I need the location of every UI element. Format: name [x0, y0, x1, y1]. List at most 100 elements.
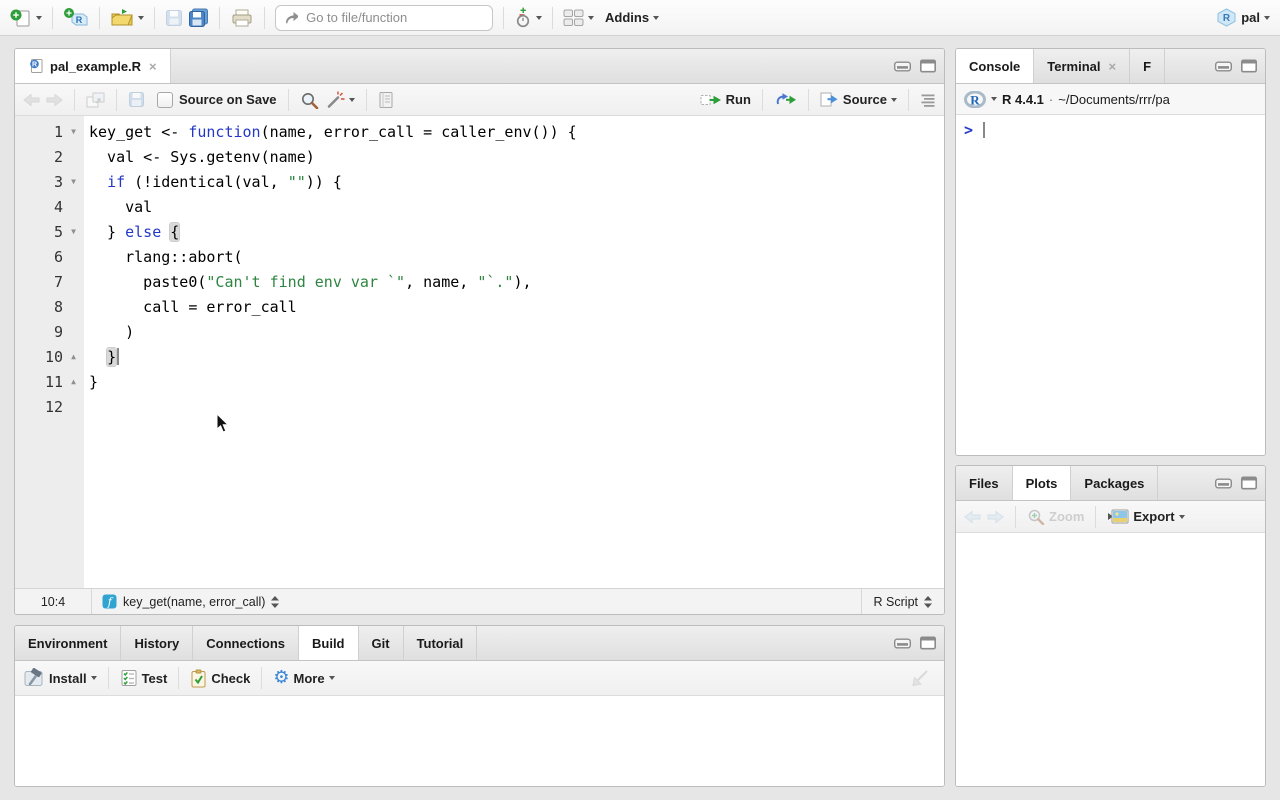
- console-output[interactable]: >: [956, 115, 1265, 455]
- scope-selector[interactable]: f key_get(name, error_call): [92, 594, 289, 609]
- project-menu-button[interactable]: R pal: [1216, 8, 1270, 27]
- tab-connections[interactable]: Connections: [193, 626, 299, 660]
- tab-f[interactable]: F: [1130, 49, 1165, 83]
- maximize-icon[interactable]: [1241, 60, 1257, 73]
- document-outline-icon[interactable]: [920, 93, 936, 107]
- more-button[interactable]: ⚙ More: [273, 669, 334, 687]
- check-button[interactable]: Check: [190, 669, 250, 688]
- save-button[interactable]: [165, 9, 183, 27]
- doc-type-selector[interactable]: R Script: [861, 589, 944, 614]
- close-icon[interactable]: ×: [149, 59, 157, 74]
- code-text[interactable]: val <- Sys.getenv(name): [84, 148, 315, 166]
- source-on-save-checkbox[interactable]: [157, 92, 173, 108]
- save-icon[interactable]: [128, 91, 145, 108]
- plots-pane: FilesPlotsPackages Zoom Export: [955, 465, 1266, 787]
- tab-files[interactable]: Files: [956, 466, 1013, 500]
- toolbar-separator: [552, 7, 553, 29]
- code-text[interactable]: ): [84, 323, 134, 341]
- chevron-down-icon[interactable]: [138, 16, 144, 20]
- go-to-file-input[interactable]: [304, 9, 484, 26]
- svg-text:R: R: [970, 92, 980, 107]
- code-tools-button[interactable]: [325, 91, 355, 109]
- minimize-icon[interactable]: [894, 61, 911, 71]
- rerun-icon[interactable]: [774, 92, 797, 107]
- chevron-down-icon[interactable]: [91, 676, 97, 680]
- code-editor[interactable]: 1▼key_get <- function(name, error_call =…: [15, 116, 944, 588]
- code-text[interactable]: key_get <- function(name, error_call = c…: [84, 123, 577, 141]
- back-icon[interactable]: [23, 93, 40, 107]
- chevron-down-icon[interactable]: [536, 16, 542, 20]
- minimize-icon[interactable]: [1215, 478, 1232, 488]
- fold-arrow-icon[interactable]: ▼: [63, 219, 84, 244]
- chevron-down-icon[interactable]: [891, 98, 897, 102]
- fold-arrow-icon[interactable]: ▼: [63, 119, 84, 144]
- save-all-button[interactable]: [188, 8, 209, 27]
- tab-build[interactable]: Build: [299, 626, 359, 660]
- toolbar-separator: [288, 89, 289, 111]
- chevron-down-icon[interactable]: [588, 16, 594, 20]
- test-button[interactable]: Test: [120, 669, 168, 687]
- new-project-button[interactable]: R: [63, 7, 89, 28]
- tab-terminal[interactable]: Terminal×: [1034, 49, 1130, 83]
- chevron-down-icon[interactable]: [991, 97, 997, 101]
- chevron-down-icon[interactable]: [36, 16, 42, 20]
- tab-pal-example-r[interactable]: R pal_example.R ×: [15, 49, 171, 83]
- forward-icon[interactable]: [46, 93, 63, 107]
- fold-arrow-icon[interactable]: ▲: [63, 344, 84, 369]
- go-to-file-search[interactable]: [275, 5, 493, 31]
- source-button[interactable]: Source: [820, 92, 897, 107]
- code-line: 5▼ } else {: [15, 219, 944, 244]
- fold-arrow-icon[interactable]: ▲: [63, 369, 84, 394]
- back-icon[interactable]: [964, 510, 981, 524]
- toolbar-separator: [264, 7, 265, 29]
- function-icon: f: [102, 594, 117, 609]
- export-button[interactable]: Export: [1107, 508, 1184, 525]
- code-text[interactable]: call = error_call: [84, 298, 297, 316]
- code-text[interactable]: } else {: [84, 223, 179, 241]
- save-all-icon: [188, 8, 209, 27]
- run-button[interactable]: Run: [700, 92, 751, 107]
- tab-history[interactable]: History: [121, 626, 193, 660]
- code-text[interactable]: }: [84, 348, 119, 366]
- pane-layout-button[interactable]: [563, 9, 594, 27]
- maximize-icon[interactable]: [920, 60, 936, 73]
- open-in-new-window-icon[interactable]: [86, 92, 105, 108]
- tab-environment[interactable]: Environment: [15, 626, 121, 660]
- addins-button[interactable]: Addins: [605, 10, 659, 25]
- code-line: 6 rlang::abort(: [15, 244, 944, 269]
- code-text[interactable]: val: [84, 198, 152, 216]
- maximize-icon[interactable]: [1241, 477, 1257, 490]
- version-control-button[interactable]: [514, 7, 542, 28]
- compile-report-icon[interactable]: [378, 91, 394, 109]
- zoom-button[interactable]: Zoom: [1027, 508, 1084, 525]
- tab-packages[interactable]: Packages: [1071, 466, 1158, 500]
- minimize-icon[interactable]: [1215, 61, 1232, 71]
- close-icon[interactable]: ×: [1109, 59, 1117, 74]
- tab-git[interactable]: Git: [359, 626, 404, 660]
- print-button[interactable]: [230, 8, 254, 28]
- tab-console[interactable]: Console: [956, 49, 1034, 83]
- clear-broom-icon[interactable]: [911, 669, 936, 687]
- tab-tutorial[interactable]: Tutorial: [404, 626, 478, 660]
- new-file-button[interactable]: [10, 8, 42, 28]
- checklist-icon: [120, 669, 138, 687]
- minimize-icon[interactable]: [894, 638, 911, 648]
- tab-label: History: [134, 636, 179, 651]
- install-button[interactable]: Install: [23, 668, 97, 688]
- maximize-icon[interactable]: [920, 637, 936, 650]
- forward-icon[interactable]: [987, 510, 1004, 524]
- editor-toolbar: Source on Save Run Source: [15, 84, 944, 116]
- search-icon[interactable]: [300, 91, 319, 109]
- print-icon: [230, 8, 254, 28]
- code-text[interactable]: if (!identical(val, "")) {: [84, 173, 342, 191]
- chevron-down-icon[interactable]: [329, 676, 335, 680]
- code-text[interactable]: paste0("Can't find env var `", name, "`.…: [84, 273, 532, 291]
- tab-plots[interactable]: Plots: [1013, 466, 1072, 500]
- toolbar-separator: [74, 89, 75, 111]
- install-label: Install: [49, 671, 87, 686]
- code-text[interactable]: }: [84, 373, 98, 391]
- open-file-button[interactable]: [110, 8, 144, 27]
- fold-arrow-icon[interactable]: ▼: [63, 169, 84, 194]
- updown-icon: [924, 596, 932, 608]
- code-text[interactable]: rlang::abort(: [84, 248, 243, 266]
